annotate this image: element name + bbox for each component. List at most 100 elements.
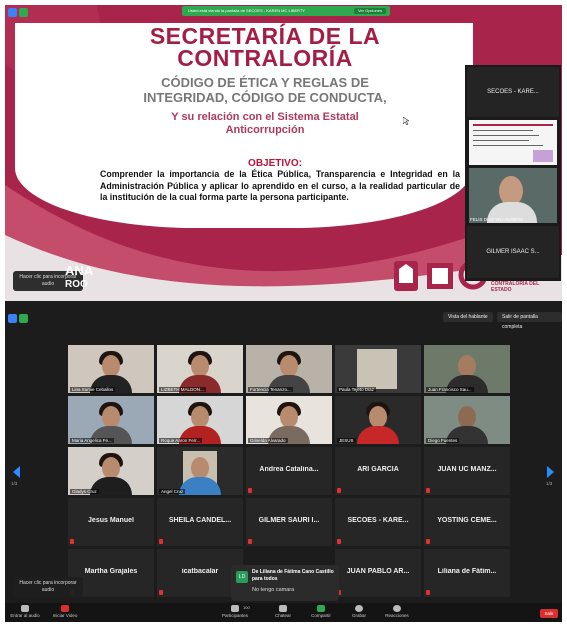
record-icon [355,605,363,612]
participant-name: Juan Francisco Sau... [426,387,474,392]
participant-name: JESUS [337,438,356,443]
participant-tile[interactable]: SHEILA CANDEL... [157,498,243,546]
muted-mic-icon [426,539,430,544]
gallery-view: Vista del hablante Salir de pantalla com… [5,301,562,622]
participant-name: YOSTING CEME... [437,517,497,524]
participant-tile[interactable]: Jesus Manuel [68,498,154,546]
participant-name: Griselda Alvarado [248,438,288,443]
headphones-icon [21,605,29,612]
chat-button[interactable]: Chatear [263,605,303,618]
participant-tile[interactable]: YOSTING CEME... [424,498,510,546]
video-tile[interactable]: Maria Angelica Fe... [68,396,154,444]
muted-mic-icon [426,488,430,493]
video-tile[interactable]: JESUS [335,396,421,444]
muted-mic-icon [70,539,74,544]
participant-name: LIZBETH MALDON... [159,387,206,392]
speaker-view-button[interactable]: Vista del hablante [443,312,493,322]
video-tile[interactable]: Juan Francisco Sau... [424,345,510,393]
participant-name: Lina Sumie Ceballos [70,387,116,392]
participant-name: Paula Tejeto Diaz [337,387,376,392]
participant-tile[interactable]: JUAN UC MANZ... [424,447,510,495]
muted-mic-icon [337,539,341,544]
video-tile[interactable]: Fortencia Tenanzo... [246,345,332,393]
slide-relation-line2: Anticorrupción [225,124,305,136]
reactions-button[interactable]: Reacciones [377,605,417,618]
participant-tile[interactable]: JUAN PABLO AR... [335,549,421,597]
video-side-panel: SECOES - KARE... FELIX DIAZ VILLALOBOS G… [465,65,561,281]
slide-subtitle-line2: INTEGRIDAD, CÓDIGO DE CONDUCTA, [143,90,387,105]
page-indicator-right: 1/3 [546,481,553,486]
muted-mic-icon [426,590,430,595]
meeting-toolbar: Entrar al audio Iniciar Video Participan… [5,603,562,622]
side-tile-gilmer[interactable]: GILMER ISAAC S... [467,226,559,278]
meeting-info-icon[interactable] [8,314,17,323]
page-indicator-left: 1/3 [11,481,18,486]
mouse-cursor-icon [403,117,409,125]
participants-label: Participantes [221,613,248,618]
security-shield-icon[interactable] [19,8,28,17]
share-banner-text: Usted está viendo la pantalla de SECOES … [188,8,306,13]
participant-name: SECOES - KARE... [347,517,409,524]
share-screen-label: Compartir [311,613,331,618]
video-tile[interactable]: Lina Sumie Ceballos [68,345,154,393]
felix-caption: FELIX DIAZ VILLALOBOS [470,217,524,222]
participant-tile[interactable]: GILMER SAURI I... [246,498,332,546]
participant-tile[interactable]: ARI GARCÍA [335,447,421,495]
video-tile[interactable]: Gladys Cruz [68,447,154,495]
video-tile[interactable]: Roque Aaron Ferr... [157,396,243,444]
video-tile[interactable]: Diego Fuentes [424,396,510,444]
participant-name: Diego Fuentes [426,438,460,443]
zoom-window: SECRETARÍA DE LA CONTRALORÍA CÓDIGO DE É… [5,5,562,622]
chat-message: No tengo camara [252,587,295,593]
participant-tile[interactable]: Liliana de Fátim... [424,549,510,597]
share-screen-button[interactable]: Compartir [301,605,341,618]
encryption-shield-icon[interactable] [19,314,28,323]
join-audio-tooltip-bottom: Hacer clic para incorporar audio [13,577,83,597]
participant-name: Roque Aaron Ferr... [159,438,203,443]
video-tile[interactable]: Griselda Alvarado [246,396,332,444]
side-slide-thumbnail [469,120,557,165]
logo-left-text: ANA [65,263,94,278]
shared-screen: SECRETARÍA DE LA CONTRALORÍA CÓDIGO DE É… [5,5,562,301]
info-icon[interactable] [8,8,17,17]
participants-count: 100 [243,605,250,610]
chat-avatar: LD [236,571,248,583]
video-tile[interactable]: LIZBETH MALDON... [157,345,243,393]
participant-name: Andrea Catalina... [259,466,319,473]
video-tile[interactable]: Angel Cruz [157,447,243,495]
government-logo-icon [427,263,453,289]
join-audio-label: Entrar al audio [10,613,40,618]
participant-name: JUAN UC MANZ... [437,466,497,473]
slide-title-line1: SECRETARÍA DE LA [149,23,381,49]
side-tile-secoes[interactable]: SECOES - KARE... [467,67,559,117]
participant-tile[interactable]: Andrea Catalina... [246,447,332,495]
join-audio-button[interactable]: Entrar al audio [5,605,45,618]
previous-page-icon[interactable] [13,466,20,478]
objective-label: OBJETIVO: [248,158,302,169]
start-video-button[interactable]: Iniciar Video [45,605,85,618]
participant-name: Fortencia Tenanzo... [248,387,293,392]
side-tile-felix[interactable]: FELIX DIAZ VILLALOBOS [469,168,557,223]
slide-title-line2: CONTRALORÍA [177,45,353,71]
chat-label: Chatear [274,613,291,618]
muted-mic-icon [337,488,341,493]
reactions-label: Reacciones [385,613,409,618]
chat-sender: De Liliana de Fátima Cano Castillo para … [252,569,334,582]
gallery-top-bar: Vista del hablante Salir de pantalla com… [5,301,562,339]
participant-name: Jesus Manuel [88,517,134,524]
participant-name: JUAN PABLO AR... [346,568,410,575]
screen-share-banner: Usted está viendo la pantalla de SECOES … [182,6,390,16]
exit-fullscreen-button[interactable]: Salir de pantalla completa [497,312,562,330]
slide-subtitle-line1: CÓDIGO DE ÉTICA Y REGLAS DE [161,75,369,90]
next-page-icon[interactable] [547,466,554,478]
muted-mic-icon [248,488,252,493]
leave-meeting-button[interactable]: Salir [540,609,558,618]
participant-tile[interactable]: SECOES - KARE... [335,498,421,546]
record-button[interactable]: Grabar [339,605,379,618]
chat-notification[interactable]: LD De Liliana de Fátima Cano Castillo pa… [231,565,339,601]
muted-mic-icon [159,590,163,595]
chat-icon [279,605,287,612]
video-tile[interactable]: Paula Tejeto Diaz [335,345,421,393]
record-label: Grabar [351,613,366,618]
view-options-button[interactable]: Ver Opciones [353,8,386,14]
